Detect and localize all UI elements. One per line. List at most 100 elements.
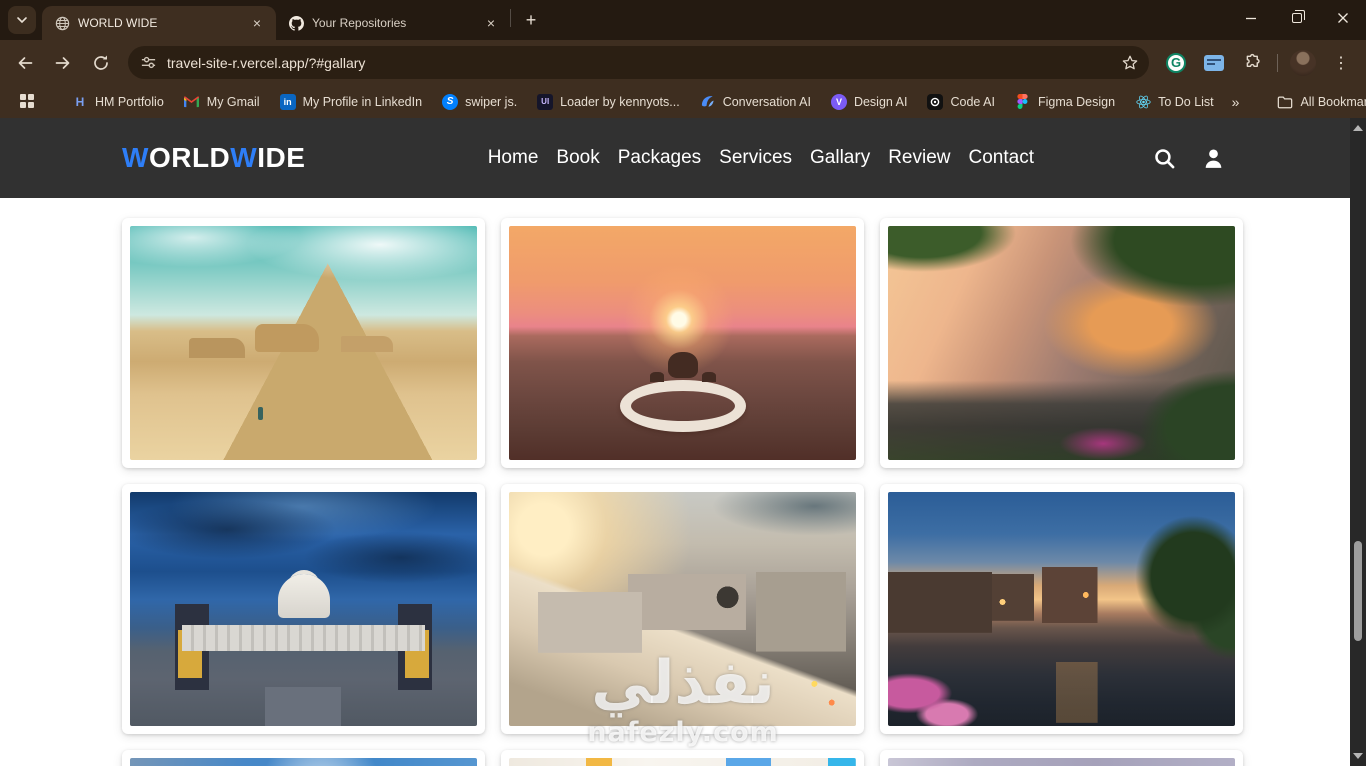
- avatar-photo: [1290, 49, 1316, 76]
- nav-link-packages[interactable]: Packages: [618, 143, 701, 173]
- apps-grid-icon: [20, 93, 36, 110]
- logo-segment: W: [122, 142, 149, 173]
- scrollbar-up-arrow[interactable]: [1350, 120, 1366, 136]
- wallet-icon: [1204, 54, 1224, 71]
- gmail-icon: [184, 94, 200, 110]
- nav-link-book[interactable]: Book: [556, 143, 599, 173]
- extensions-puzzle-button[interactable]: [1235, 46, 1269, 80]
- gallery-card[interactable]: [880, 750, 1243, 766]
- bookmark-conversation-ai[interactable]: Conversation AI: [692, 90, 819, 114]
- nav-link-contact[interactable]: Contact: [969, 143, 1034, 173]
- nav-link-gallary[interactable]: Gallary: [810, 143, 870, 173]
- bookmark-to-do-list[interactable]: To Do List: [1127, 90, 1222, 114]
- bookmark-swiper-js[interactable]: S swiper js.: [434, 90, 525, 114]
- restore-button[interactable]: [1274, 0, 1320, 36]
- bookmark-label: Conversation AI: [722, 94, 811, 109]
- logo-segment: ORLD: [148, 142, 231, 173]
- gallery-photo-madrid: [509, 492, 856, 726]
- bookmark-label: My Profile in LinkedIn: [302, 94, 423, 109]
- gallery-card[interactable]: [122, 484, 485, 734]
- figma-icon: [1015, 94, 1031, 110]
- bookmark-linkedin-profile[interactable]: in My Profile in LinkedIn: [272, 90, 431, 114]
- bookmarks-overflow-button[interactable]: »: [1226, 94, 1246, 110]
- tab-world-wide[interactable]: WORLD WIDE ×: [42, 6, 276, 40]
- site-header: WORLDWIDE Home Book Packages Services Ga…: [0, 118, 1366, 198]
- gallery-card[interactable]: [501, 750, 864, 766]
- gallery-card[interactable]: [122, 750, 485, 766]
- site-nav: Home Book Packages Services Gallary Revi…: [488, 143, 1034, 173]
- gallery-card[interactable]: [880, 484, 1243, 734]
- tab-separator: [510, 9, 511, 27]
- bookmark-label: Design AI: [853, 94, 908, 109]
- logo-segment: W: [230, 142, 258, 173]
- globe-icon: [54, 15, 70, 31]
- bookmark-code-ai[interactable]: Code AI: [919, 90, 1002, 114]
- gallery-photo-capitol: [130, 492, 477, 726]
- ui-loader-icon: UI: [537, 93, 554, 110]
- all-bookmarks-label: All Bookmarks: [1300, 94, 1366, 109]
- blue-extension-icon[interactable]: [1197, 46, 1231, 80]
- back-button[interactable]: [8, 46, 42, 80]
- tab-your-repositories[interactable]: Your Repositories ×: [276, 6, 510, 40]
- forward-button[interactable]: [46, 46, 80, 80]
- back-arrow-icon: [18, 56, 33, 69]
- react-icon: [1135, 94, 1151, 110]
- gallery-card[interactable]: [880, 218, 1243, 468]
- close-tab-icon[interactable]: ×: [248, 14, 266, 32]
- gallery-photo-partial-1: [130, 758, 477, 766]
- design-ai-icon: V: [830, 93, 847, 110]
- grammarly-extension-icon[interactable]: G: [1159, 46, 1193, 80]
- window-controls: [1228, 0, 1366, 36]
- bookmark-figma-design[interactable]: Figma Design: [1007, 90, 1123, 114]
- profile-avatar[interactable]: [1286, 46, 1320, 80]
- restore-icon: [1292, 10, 1305, 23]
- address-bar[interactable]: travel-site-r.vercel.app/?#gallary: [128, 46, 1149, 79]
- user-account-icon[interactable]: [1201, 146, 1226, 171]
- new-tab-button[interactable]: +: [517, 6, 545, 34]
- conversation-ai-icon: [700, 94, 716, 110]
- gallery-card[interactable]: [122, 218, 485, 468]
- bookmark-ui-loader[interactable]: UI Loader by kennyots...: [529, 90, 688, 114]
- linkedin-icon: in: [279, 93, 296, 110]
- gallery-card[interactable]: [501, 218, 864, 468]
- gallery-card[interactable]: [501, 484, 864, 734]
- url-text[interactable]: travel-site-r.vercel.app/?#gallary: [167, 55, 1121, 71]
- bookmark-my-gmail[interactable]: My Gmail: [176, 90, 268, 114]
- tab-title: WORLD WIDE: [78, 16, 158, 30]
- nav-link-review[interactable]: Review: [888, 143, 950, 173]
- all-bookmarks-button[interactable]: All Bookmarks: [1269, 91, 1366, 113]
- chevron-down-icon: [17, 17, 27, 24]
- bookmark-hm-portfolio[interactable]: H HM Portfolio: [64, 90, 172, 114]
- bookmarks-bar: H HM Portfolio My Gmail in My Profile in…: [0, 85, 1366, 118]
- bookmark-label: HM Portfolio: [95, 94, 164, 109]
- puzzle-icon: [1246, 53, 1260, 68]
- scrollbar-thumb[interactable]: [1354, 541, 1362, 641]
- close-window-button[interactable]: [1320, 0, 1366, 36]
- toolbar-separator: [1277, 53, 1278, 72]
- swiper-icon: S: [442, 93, 459, 110]
- header-icons: [1152, 146, 1226, 171]
- site-logo[interactable]: WORLDWIDE: [122, 142, 305, 174]
- scrollbar-down-arrow[interactable]: [1350, 748, 1366, 764]
- gallery-photo-partial-3: [888, 758, 1235, 766]
- bookmark-design-ai[interactable]: V Design AI: [823, 90, 916, 114]
- nav-link-home[interactable]: Home: [488, 143, 539, 173]
- side-panel-apps-button[interactable]: [12, 90, 44, 114]
- reload-button[interactable]: [84, 46, 118, 80]
- browser-tab-strip: WORLD WIDE × Your Repositories × +: [0, 0, 1366, 40]
- search-icon[interactable]: [1152, 146, 1177, 171]
- tab-title: Your Repositories: [312, 16, 407, 30]
- browser-menu-button[interactable]: ⋮: [1324, 46, 1358, 80]
- gallery-photo-colmar: [888, 492, 1235, 726]
- minimize-button[interactable]: [1228, 0, 1274, 36]
- gallery-photo-partial-2: [509, 758, 856, 766]
- tab-search-button[interactable]: [8, 6, 36, 34]
- site-settings-icon[interactable]: [140, 54, 157, 71]
- code-ai-icon: [927, 93, 944, 110]
- bookmark-star-icon[interactable]: [1121, 54, 1139, 72]
- page-scrollbar[interactable]: [1350, 118, 1366, 766]
- nav-link-services[interactable]: Services: [719, 143, 792, 173]
- browser-toolbar: travel-site-r.vercel.app/?#gallary G ⋮: [0, 40, 1366, 85]
- bookmark-label: To Do List: [1158, 94, 1214, 109]
- close-tab-icon[interactable]: ×: [482, 14, 500, 32]
